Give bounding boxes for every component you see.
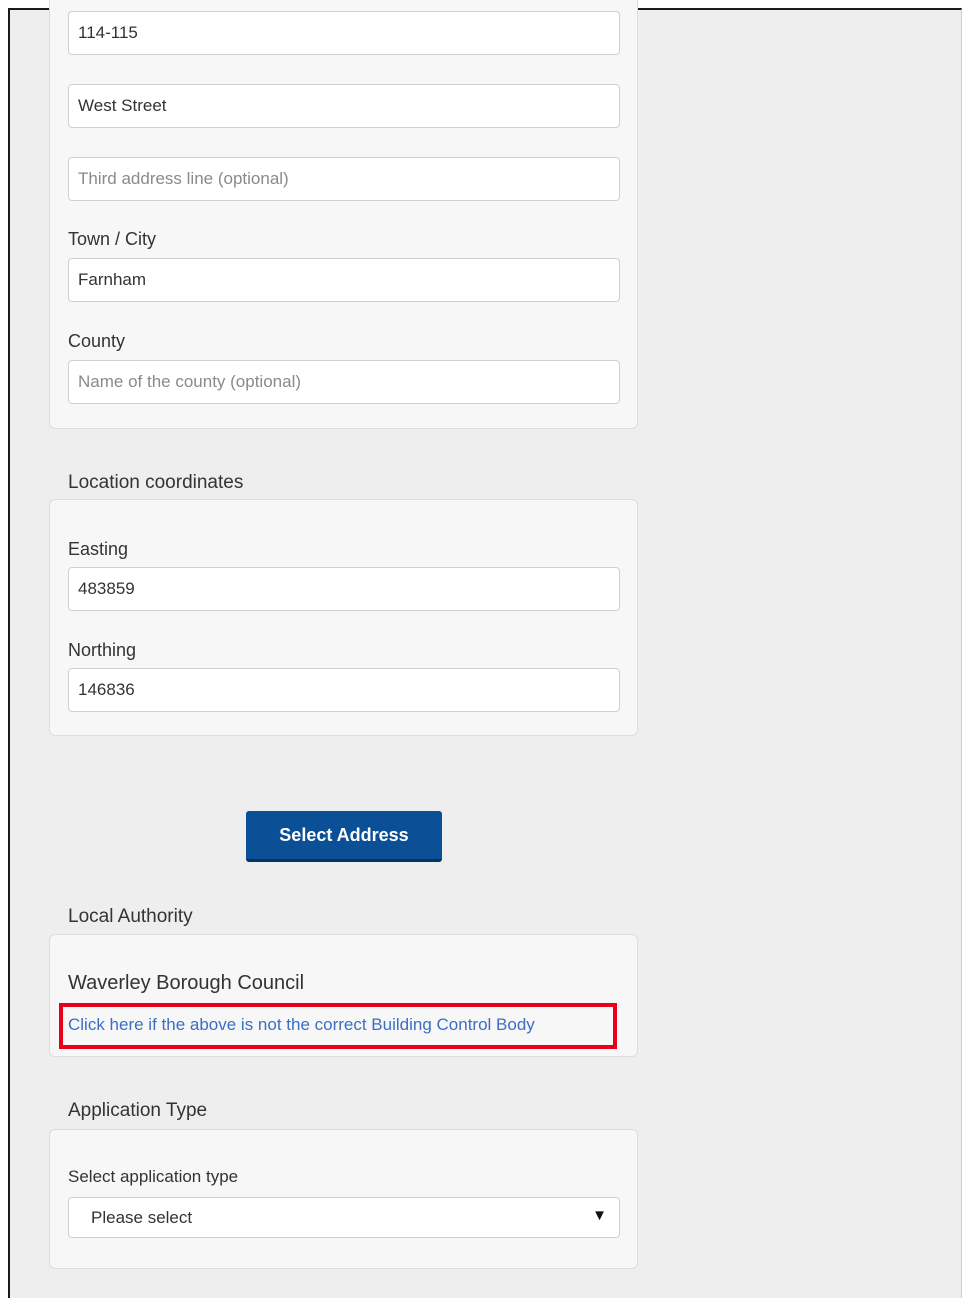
application-type-label: Select application type	[68, 1167, 239, 1186]
county-label: County	[68, 331, 126, 351]
local-authority-name: Waverley Borough Council	[68, 972, 305, 994]
local-authority-heading: Local Authority	[68, 906, 193, 927]
county-input[interactable]	[68, 360, 620, 404]
easting-input[interactable]	[68, 567, 620, 611]
northing-label: Northing	[68, 640, 137, 660]
address-line3-input[interactable]	[68, 157, 620, 201]
address-line1-input[interactable]	[68, 11, 620, 55]
triangle-down-icon: ▼	[592, 1207, 607, 1224]
application-type-select[interactable]: Please select ▼	[68, 1197, 620, 1238]
change-building-control-link[interactable]: Click here if the above is not the corre…	[68, 1014, 535, 1036]
select-address-button[interactable]: Select Address	[246, 811, 442, 862]
application-type-heading: Application Type	[68, 1100, 208, 1121]
coordinates-heading: Location coordinates	[68, 472, 244, 493]
town-label: Town / City	[68, 229, 157, 249]
easting-label: Easting	[68, 539, 129, 559]
address-line2-input[interactable]	[68, 84, 620, 128]
northing-input[interactable]	[68, 668, 620, 712]
town-input[interactable]	[68, 258, 620, 302]
selected-value: Please select	[91, 1208, 193, 1227]
